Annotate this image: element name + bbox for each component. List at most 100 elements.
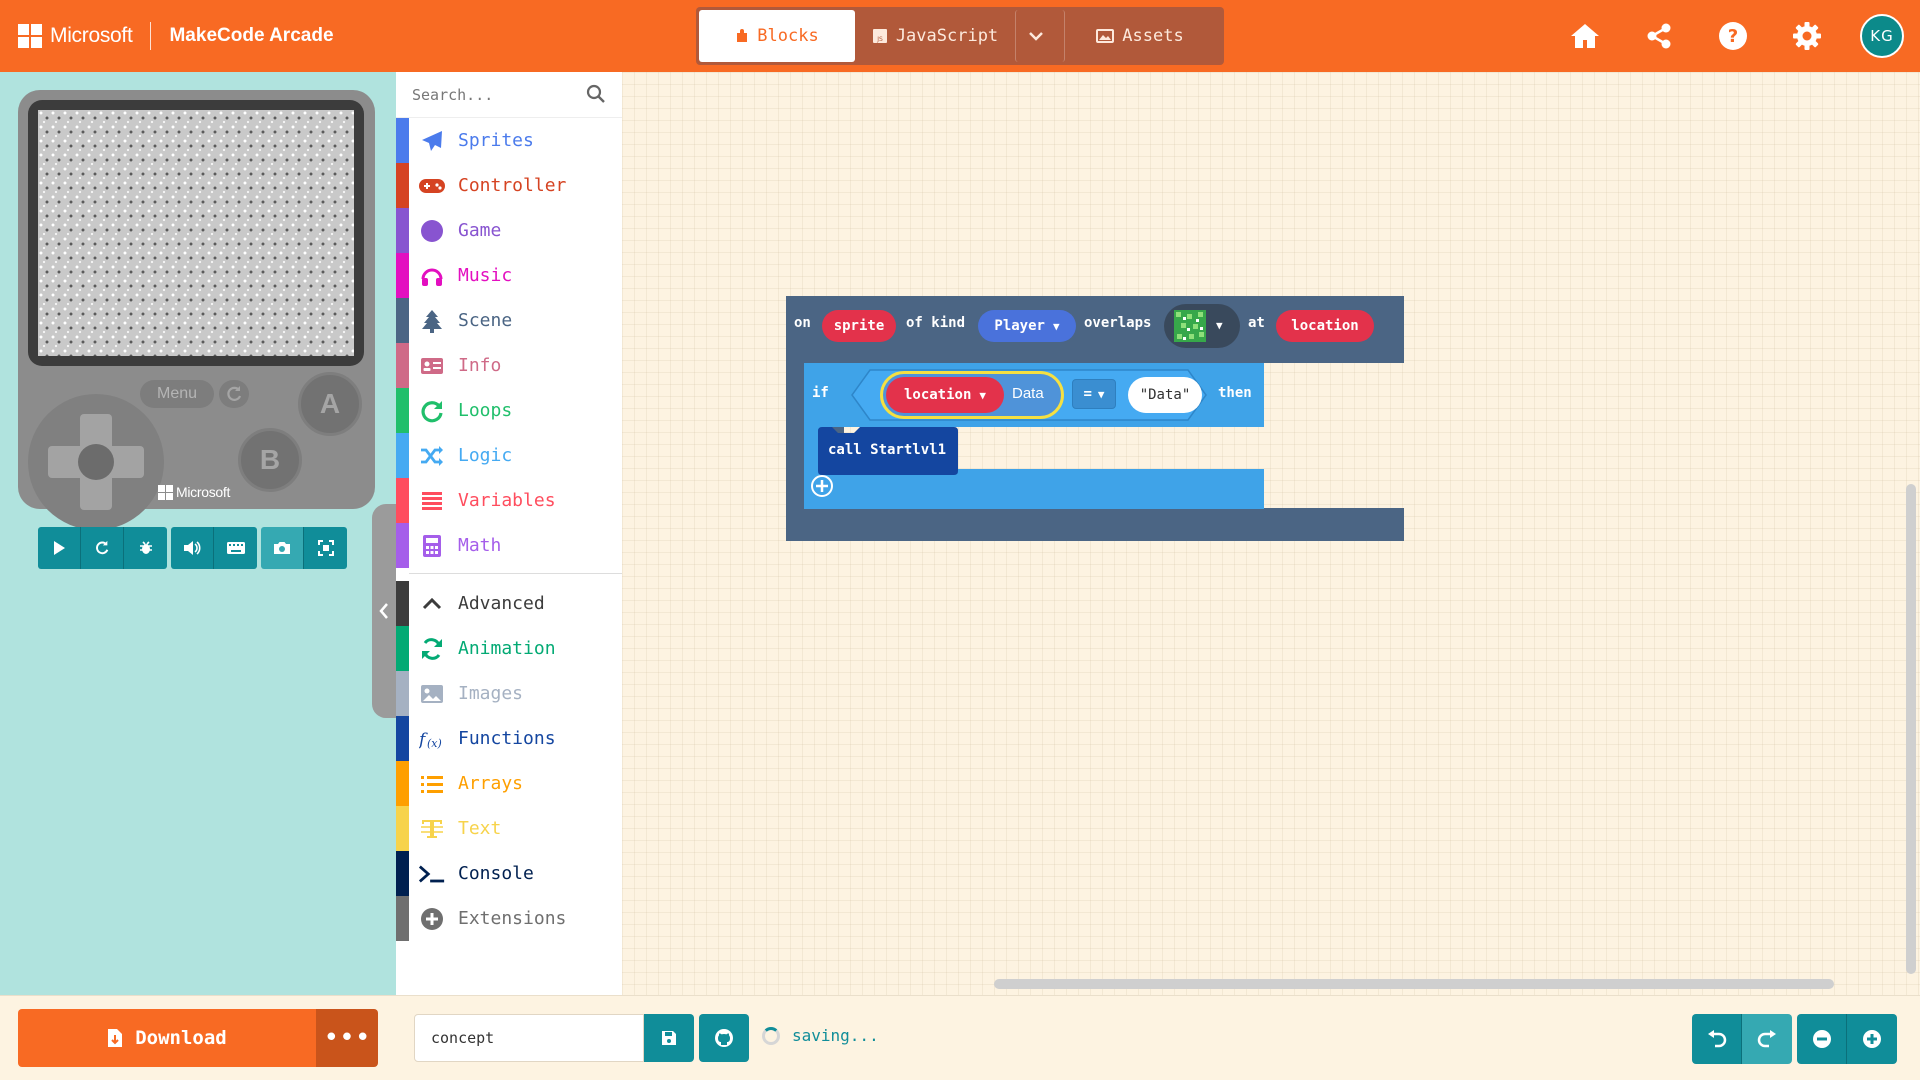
footer-toolbar: Download ••• saving... (0, 995, 1920, 1080)
category-loops[interactable]: Loops (396, 388, 622, 433)
category-label: Scene (458, 310, 513, 331)
brand[interactable]: Microsoft MakeCode Arcade (18, 20, 334, 52)
tree-icon (418, 307, 446, 335)
category-scene[interactable]: Scene (396, 298, 622, 343)
settings-icon[interactable] (1787, 16, 1827, 56)
a-button[interactable]: A (298, 372, 362, 436)
play-button[interactable] (38, 527, 81, 569)
chevron-left-icon (379, 603, 388, 619)
gamepad-icon (418, 172, 446, 200)
game-screen[interactable] (38, 110, 354, 356)
zoom-out-button[interactable] (1797, 1014, 1847, 1064)
home-icon[interactable] (1565, 16, 1605, 56)
save-icon (662, 1031, 676, 1045)
category-label: Math (458, 535, 502, 556)
mute-button[interactable] (171, 527, 214, 569)
category-music[interactable]: Music (396, 253, 622, 298)
more-icon: ••• (323, 1023, 371, 1053)
editor-toggle: Blocks JS JavaScript Assets (696, 7, 1224, 65)
category-label: Variables (458, 490, 556, 511)
operator-dropdown[interactable]: = ▼ (1072, 379, 1116, 409)
save-button[interactable] (644, 1014, 694, 1062)
github-button[interactable] (699, 1014, 749, 1062)
fullscreen-button[interactable] (304, 527, 347, 569)
category-images[interactable]: Images (396, 671, 622, 716)
redo-button[interactable] (1742, 1014, 1792, 1064)
keyboard-icon (226, 542, 245, 554)
add-else-icon[interactable] (810, 474, 834, 498)
category-color-bar (396, 478, 409, 523)
b-button[interactable]: B (238, 428, 302, 492)
tab-blocks[interactable]: Blocks (699, 10, 855, 62)
category-console[interactable]: Console (396, 851, 622, 896)
operator-label: = (1083, 386, 1092, 402)
undo-button[interactable] (1692, 1014, 1742, 1064)
project-name-input[interactable] (414, 1014, 644, 1062)
help-icon[interactable]: ? (1713, 16, 1753, 56)
chevron-down-icon (1029, 32, 1043, 41)
category-arrays[interactable]: Arrays (396, 761, 622, 806)
toolbox-search (396, 72, 622, 118)
search-icon[interactable] (586, 84, 606, 104)
collapse-simulator-button[interactable] (372, 504, 396, 718)
category-variables[interactable]: Variables (396, 478, 622, 523)
category-extensions[interactable]: Extensions (396, 896, 622, 941)
dpad[interactable] (28, 394, 164, 530)
more-options-button[interactable]: ••• (316, 1009, 378, 1067)
category-info[interactable]: Info (396, 343, 622, 388)
category-color-bar (396, 343, 409, 388)
text-icon (418, 815, 446, 843)
call-function-block[interactable]: call Startlvl1 (818, 427, 958, 475)
reset-button[interactable] (219, 380, 249, 408)
device-brand: Microsoft (158, 484, 230, 500)
debug-button[interactable] (124, 527, 167, 569)
menu-button[interactable]: Menu (140, 380, 214, 408)
tab-assets[interactable]: Assets (1065, 10, 1215, 62)
category-label: Loops (458, 400, 513, 421)
refresh-icon (418, 635, 446, 663)
category-logic[interactable]: Logic (396, 433, 622, 478)
language-dropdown[interactable] (1015, 10, 1065, 62)
zoom-in-button[interactable] (1847, 1014, 1897, 1064)
game-simulator: Menu A B Microsoft (18, 90, 375, 530)
category-controller[interactable]: Controller (396, 163, 622, 208)
category-functions[interactable]: f (x) Functions (396, 716, 622, 761)
location-dropdown[interactable]: location ▼ (886, 377, 1004, 413)
undo-icon (1707, 1030, 1726, 1048)
category-advanced[interactable]: Advanced (396, 581, 622, 626)
paper-plane-icon (418, 127, 446, 155)
category-label: Arrays (458, 773, 524, 794)
category-color-bar (396, 581, 409, 626)
search-input[interactable] (412, 82, 582, 108)
string-input[interactable]: "Data" (1128, 377, 1202, 413)
screenshot-button[interactable] (261, 527, 304, 569)
user-avatar[interactable]: KG (1860, 14, 1904, 58)
category-animation[interactable]: Animation (396, 626, 622, 671)
js-file-icon: JS (872, 29, 887, 43)
function-icon: f (x) (418, 725, 446, 753)
kind-dropdown[interactable]: Player ▼ (978, 310, 1076, 342)
keyboard-button[interactable] (214, 527, 257, 569)
tile-picker[interactable]: ▼ (1164, 304, 1240, 348)
tab-assets-label: Assets (1122, 26, 1184, 46)
headphones-icon (418, 262, 446, 290)
category-game[interactable]: Game (396, 208, 622, 253)
share-icon[interactable] (1639, 16, 1679, 56)
category-sprites[interactable]: Sprites (396, 118, 622, 163)
vertical-scrollbar[interactable] (1906, 484, 1916, 974)
horizontal-scrollbar[interactable] (994, 979, 1834, 989)
brand-separator (150, 22, 152, 50)
category-math[interactable]: Math (396, 523, 622, 568)
category-text[interactable]: Text (396, 806, 622, 851)
dropdown-arrow-icon: ▼ (979, 388, 987, 402)
download-button[interactable]: Download (18, 1009, 316, 1067)
tab-javascript[interactable]: JS JavaScript (855, 10, 1015, 62)
loop-icon (418, 397, 446, 425)
dpad-center (78, 444, 114, 480)
blocks-workspace[interactable]: on sprite of kind Player ▼ overlaps ▼ at … (622, 72, 1920, 995)
restart-button[interactable] (81, 527, 124, 569)
location-variable[interactable]: location (1276, 310, 1374, 342)
microsoft-logo-icon (18, 24, 42, 48)
sprite-variable[interactable]: sprite (822, 310, 896, 342)
restart-icon (96, 540, 109, 555)
